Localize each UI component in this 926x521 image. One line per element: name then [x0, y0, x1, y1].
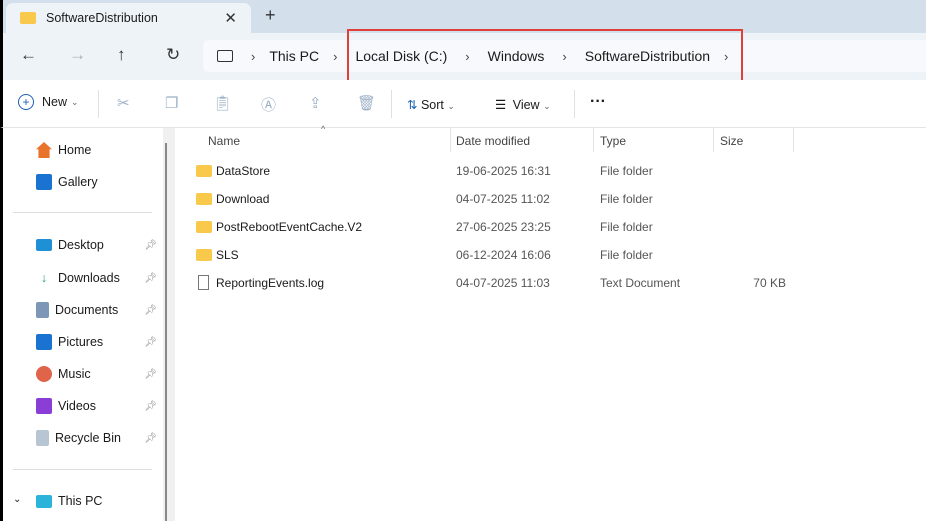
- desktop-icon: [36, 239, 52, 251]
- highlight-box: [347, 29, 743, 84]
- file-type: File folder: [600, 248, 653, 262]
- pin-icon[interactable]: 📌︎: [144, 240, 157, 251]
- file-name: DataStore: [216, 164, 271, 178]
- view-button[interactable]: ☰ View ⌄: [495, 97, 551, 112]
- file-date: 27-06-2025 23:25: [456, 220, 551, 234]
- cut-icon[interactable]: ✂: [117, 94, 130, 112]
- chevron-right-icon: ›: [333, 48, 338, 64]
- download-icon: ↓: [40, 271, 48, 285]
- column-header-size[interactable]: Size: [720, 134, 743, 148]
- refresh-button[interactable]: ↻: [166, 45, 180, 65]
- recycle-bin-icon: [36, 430, 49, 446]
- divider: [574, 90, 575, 118]
- more-options-button[interactable]: ···: [590, 93, 606, 111]
- pin-icon[interactable]: 📌︎: [144, 369, 157, 380]
- file-name: SLS: [216, 248, 239, 262]
- sidebar-item-music[interactable]: Music 📌︎: [36, 366, 161, 382]
- music-icon: [36, 366, 52, 382]
- column-header-type[interactable]: Type: [600, 134, 626, 148]
- column-divider: [713, 128, 714, 152]
- sidebar-item-videos[interactable]: Videos 📌︎: [36, 398, 161, 414]
- sidebar-item-documents[interactable]: Documents 📌︎: [36, 302, 161, 318]
- file-type: Text Document: [600, 276, 681, 290]
- file-row[interactable]: PostRebootEventCache.V2 27-06-2025 23:25…: [175, 213, 926, 241]
- file-row[interactable]: DataStore 19-06-2025 16:31 File folder: [175, 157, 926, 185]
- pin-icon[interactable]: 📌︎: [144, 337, 157, 348]
- forward-button[interactable]: →: [69, 45, 86, 65]
- rename-icon[interactable]: Ⓐ: [261, 94, 276, 115]
- file-name: Download: [216, 192, 270, 206]
- home-icon: [36, 142, 52, 158]
- file-name: PostRebootEventCache.V2: [216, 220, 363, 234]
- chevron-down-icon[interactable]: ⌄: [13, 494, 21, 505]
- column-divider: [793, 128, 794, 152]
- sidebar-item-recycle-bin[interactable]: Recycle Bin 📌︎: [36, 430, 161, 446]
- sort-icon: ⇅: [407, 98, 418, 112]
- folder-icon: [196, 193, 212, 205]
- column-divider: [593, 128, 594, 152]
- gallery-icon: [36, 174, 52, 190]
- tab-software-distribution[interactable]: SoftwareDistribution ✕: [6, 3, 251, 33]
- paste-icon[interactable]: 📋︎: [213, 94, 232, 112]
- folder-icon: [196, 221, 212, 233]
- crumb-this-pc[interactable]: This PC: [269, 48, 319, 64]
- sidebar-item-gallery[interactable]: Gallery: [36, 174, 161, 190]
- pin-icon[interactable]: 📌︎: [144, 273, 157, 284]
- new-button[interactable]: + New ⌄: [18, 94, 79, 110]
- sidebar-item-pictures[interactable]: Pictures 📌︎: [36, 334, 161, 350]
- sidebar-item-desktop[interactable]: Desktop 📌︎: [36, 238, 161, 252]
- folder-icon: [196, 249, 212, 261]
- sort-ascending-icon: ^: [321, 124, 326, 134]
- file-date: 04-07-2025 11:02: [456, 192, 550, 206]
- file-type: File folder: [600, 192, 653, 206]
- command-bar: + New ⌄ ✂ ❐ 📋︎ Ⓐ ⇪ 🗑︎ ⇅ Sort ⌄ ☰ View ⌄ ·…: [0, 80, 926, 128]
- chevron-right-icon: ›: [251, 48, 256, 64]
- column-header-name[interactable]: Name: [208, 134, 240, 148]
- close-tab-icon[interactable]: ✕: [224, 9, 237, 27]
- up-button[interactable]: ↑: [117, 45, 126, 65]
- folder-icon: [196, 165, 212, 177]
- pictures-icon: [36, 334, 52, 350]
- pin-icon[interactable]: 📌︎: [144, 433, 157, 444]
- divider: [391, 90, 392, 118]
- navigation-pane: Home Gallery Desktop 📌︎ ↓ Downloads 📌︎ Docu…: [0, 128, 163, 521]
- view-icon: ☰: [495, 98, 507, 112]
- file-row[interactable]: ReportingEvents.log 04-07-2025 11:03 Tex…: [175, 269, 926, 297]
- documents-icon: [36, 302, 49, 318]
- column-divider: [450, 128, 451, 152]
- monitor-icon: [217, 50, 233, 62]
- videos-icon: [36, 398, 52, 414]
- new-tab-button[interactable]: +: [265, 5, 276, 26]
- text-file-icon: [198, 275, 209, 290]
- this-pc-icon: [36, 494, 52, 508]
- file-row[interactable]: Download 04-07-2025 11:02 File folder: [175, 185, 926, 213]
- file-row[interactable]: SLS 06-12-2024 16:06 File folder: [175, 241, 926, 269]
- file-date: 06-12-2024 16:06: [456, 248, 551, 262]
- sort-button[interactable]: ⇅ Sort ⌄: [407, 97, 455, 112]
- copy-icon[interactable]: ❐: [165, 94, 178, 112]
- divider: [98, 90, 99, 118]
- sidebar-scrollbar[interactable]: [163, 128, 175, 521]
- file-name: ReportingEvents.log: [216, 276, 325, 290]
- sidebar-item-downloads[interactable]: ↓ Downloads 📌︎: [36, 270, 161, 286]
- back-button[interactable]: ←: [20, 45, 37, 65]
- column-header-date[interactable]: Date modified: [456, 134, 530, 148]
- sidebar-item-home[interactable]: Home: [36, 142, 161, 158]
- file-list: ^ Name Date modified Type Size DataStore…: [175, 124, 926, 521]
- sidebar-item-this-pc[interactable]: This PC: [36, 494, 161, 508]
- folder-icon: [20, 12, 36, 24]
- file-size: 70 KB: [753, 276, 786, 290]
- file-date: 04-07-2025 11:03: [456, 276, 550, 290]
- delete-icon[interactable]: 🗑︎: [357, 94, 376, 112]
- scrollbar-thumb[interactable]: [165, 143, 167, 521]
- file-date: 19-06-2025 16:31: [456, 164, 551, 178]
- share-icon[interactable]: ⇪: [309, 94, 322, 112]
- file-type: File folder: [600, 164, 653, 178]
- file-type: File folder: [600, 220, 653, 234]
- pin-icon[interactable]: 📌︎: [144, 305, 157, 316]
- divider: [13, 212, 152, 213]
- plus-circle-icon: +: [18, 94, 34, 110]
- divider: [13, 469, 152, 470]
- pin-icon[interactable]: 📌︎: [144, 401, 157, 412]
